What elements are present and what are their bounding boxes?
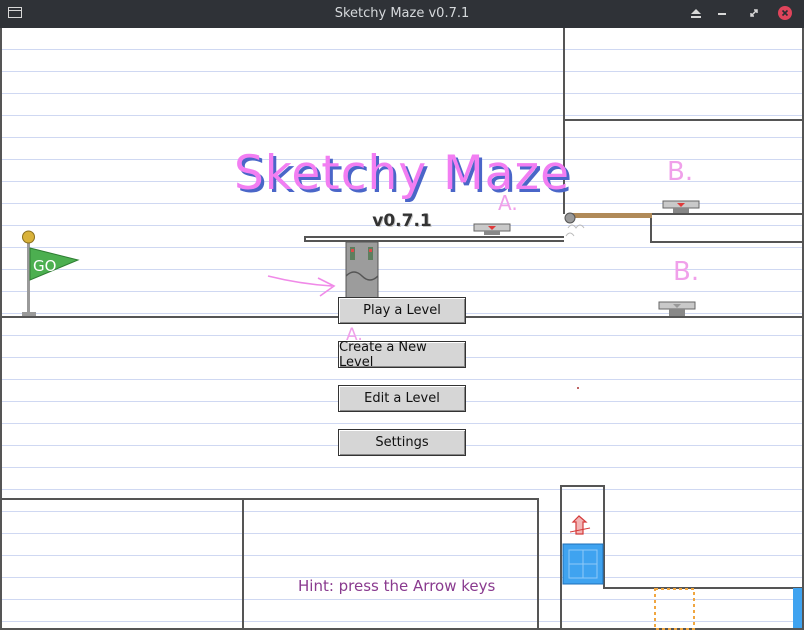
dashed-exit-zone-icon [654, 588, 695, 630]
window-title: Sketchy Maze v0.7.1 [334, 6, 470, 21]
hand-drawn-arrow-icon [267, 275, 336, 297]
restore-icon[interactable] [746, 5, 762, 21]
pressure-button-b-lower-icon [658, 301, 696, 316]
minimize-icon[interactable] [714, 5, 730, 21]
player-character-icon [569, 515, 591, 535]
center-platform [304, 236, 564, 242]
create-level-button[interactable]: Create a New Level [338, 340, 466, 370]
start-flag-icon: GO [22, 230, 80, 316]
play-level-button[interactable]: Play a Level [338, 297, 466, 324]
pressure-button-b-icon [662, 200, 700, 213]
doodle-label-b-lower: B. [673, 257, 699, 287]
edit-level-button[interactable]: Edit a Level [338, 385, 466, 412]
flag-label: GO [33, 257, 56, 275]
window-titlebar: Sketchy Maze v0.7.1 [0, 0, 804, 29]
blue-strip-block-icon [793, 588, 802, 628]
settings-button[interactable]: Settings [338, 429, 466, 456]
hint-text: Hint: press the Arrow keys [298, 577, 496, 595]
game-title: Sketchy Maze [233, 146, 571, 201]
game-version: v0.7.1 [372, 211, 432, 231]
locked-gate-icon [345, 241, 379, 299]
pressure-button-a-icon [473, 223, 511, 235]
blue-crate-block-icon [562, 543, 604, 585]
game-canvas[interactable]: GO A. A. B. B. Sketchy Maze v0.7.1 Play … [0, 28, 804, 630]
drawbridge-lever-icon [564, 212, 652, 237]
eject-icon[interactable] [688, 5, 704, 21]
close-icon[interactable] [777, 5, 793, 21]
game-sprites-layer: GO A. A. B. B. [22, 157, 802, 630]
